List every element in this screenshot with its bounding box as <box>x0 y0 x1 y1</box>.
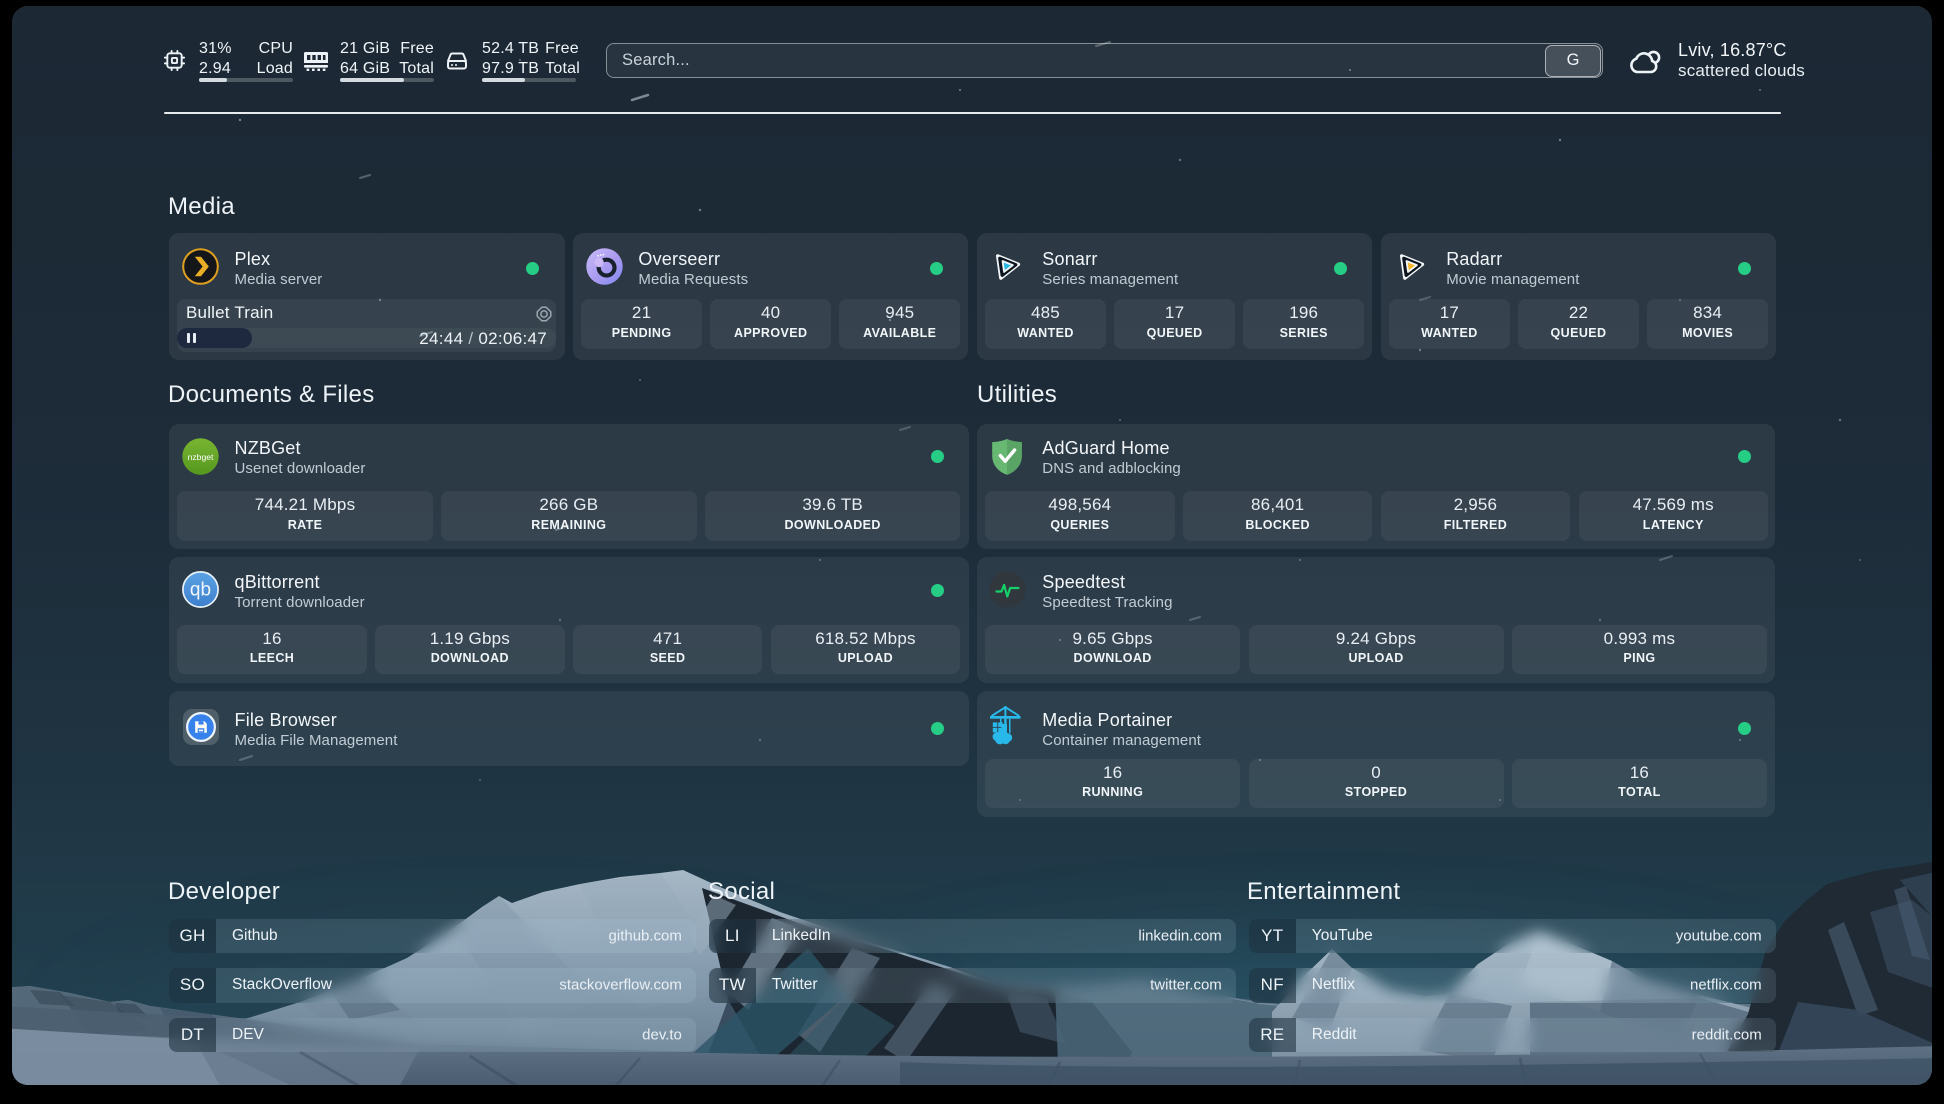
svg-text:qb: qb <box>189 580 210 601</box>
svg-text:nzbget: nzbget <box>187 451 213 461</box>
